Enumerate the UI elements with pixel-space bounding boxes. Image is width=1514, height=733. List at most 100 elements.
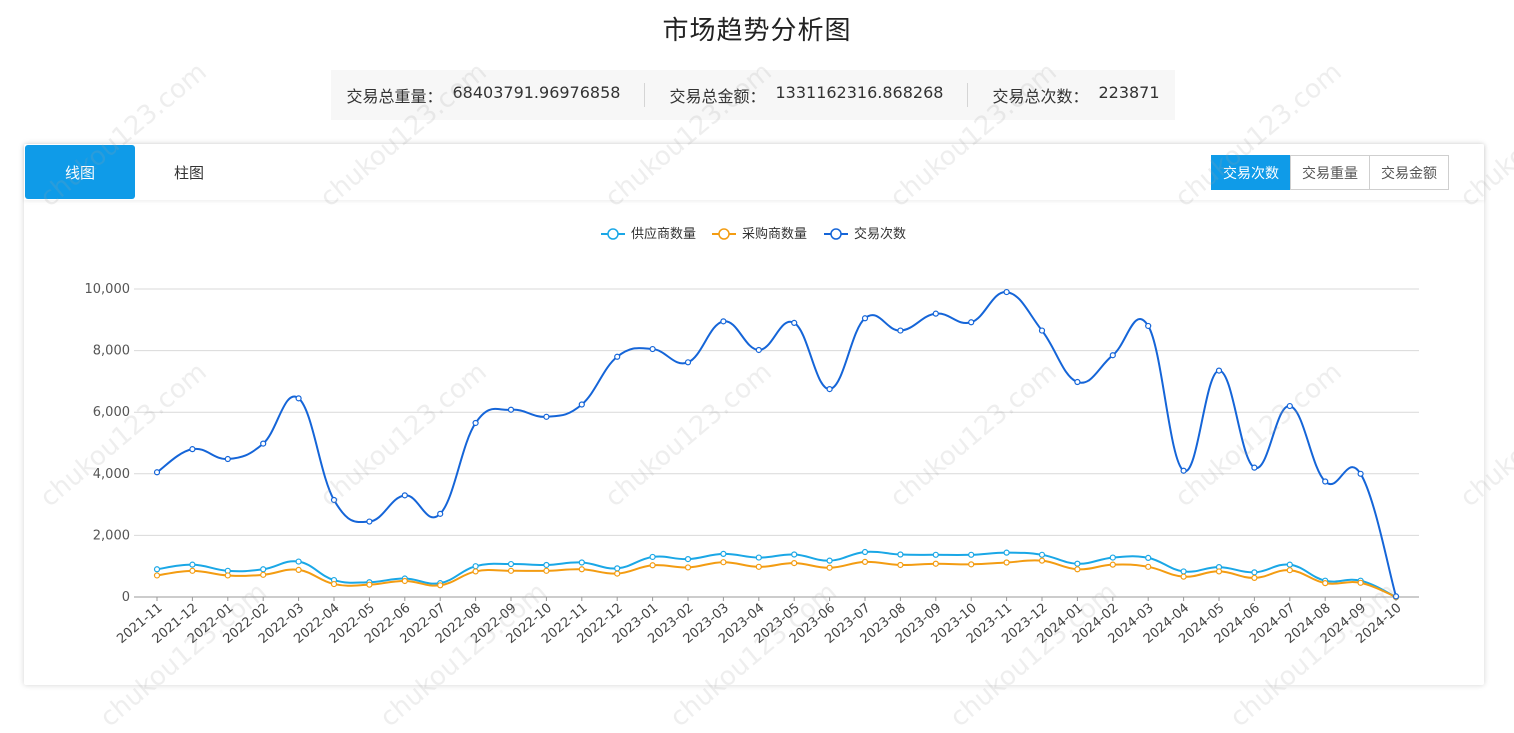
stats-bar: 交易总重量： 68403791.96976858 交易总金额： 13311623… [331, 70, 1175, 120]
data-point [472, 568, 479, 575]
data-point [684, 556, 692, 563]
data-point [543, 413, 550, 420]
legend-marker [607, 228, 619, 240]
data-point [1074, 378, 1081, 386]
data-point [1003, 288, 1010, 296]
data-point [1109, 352, 1116, 359]
series-line [156, 550, 1397, 598]
legend-label: 供应商数量 [631, 226, 696, 242]
y-tick-label: 4,000 [93, 467, 130, 482]
data-point [1003, 559, 1010, 566]
y-tick-label: 10,000 [85, 282, 131, 297]
data-point [791, 319, 798, 326]
data-point [791, 551, 798, 558]
data-point [224, 455, 231, 463]
data-point [1145, 554, 1152, 561]
data-point [189, 446, 196, 453]
data-point [649, 553, 656, 561]
stat-total-weight: 交易总重量： 68403791.96976858 [322, 83, 644, 107]
data-point [1357, 470, 1364, 477]
data-point [472, 563, 479, 570]
data-point [1286, 567, 1293, 574]
data-point [861, 548, 869, 556]
data-point [507, 560, 515, 568]
data-point [968, 561, 975, 568]
data-point [153, 572, 161, 579]
stat-value: 68403791.96976858 [452, 83, 621, 102]
y-tick-label: 8,000 [93, 344, 130, 359]
data-point [578, 559, 585, 566]
data-point [1038, 327, 1046, 334]
data-point [755, 346, 762, 354]
data-point [1215, 568, 1223, 575]
data-point [932, 310, 939, 317]
stat-value: 1331162316.868268 [775, 83, 944, 102]
data-point [897, 551, 904, 558]
stat-label: 交易总次数： [992, 87, 1089, 106]
data-point [791, 560, 798, 567]
data-point [897, 561, 904, 569]
data-point [543, 567, 550, 574]
legend-marker [718, 228, 730, 240]
data-point [153, 469, 161, 476]
data-point [720, 550, 727, 557]
data-point [932, 560, 939, 567]
data-point [1003, 549, 1010, 556]
data-point [1180, 573, 1187, 580]
legend-item: 交易次数 [824, 226, 906, 242]
data-point [295, 558, 302, 565]
data-point [897, 327, 904, 334]
data-point [968, 551, 975, 558]
legend-item: 供应商数量 [601, 226, 696, 242]
data-point [1215, 367, 1223, 374]
data-point [861, 315, 869, 322]
data-point [330, 496, 338, 504]
data-point [507, 567, 515, 574]
data-point [1109, 554, 1116, 561]
data-point [684, 359, 692, 366]
data-point [1322, 478, 1329, 485]
data-point [295, 395, 302, 402]
data-point [1074, 566, 1081, 573]
data-point [1251, 574, 1258, 582]
data-point [614, 565, 621, 572]
data-point [366, 581, 373, 588]
stat-value: 223871 [1098, 83, 1160, 102]
y-tick-label: 6,000 [93, 405, 130, 420]
data-point [260, 571, 267, 578]
data-point [1180, 467, 1187, 474]
data-point [578, 401, 585, 408]
data-point [826, 386, 833, 393]
data-point [224, 572, 231, 579]
series-line [156, 559, 1397, 598]
data-point [1357, 579, 1364, 586]
data-point [295, 566, 302, 573]
data-point [507, 406, 515, 413]
line-chart: 02,0004,0006,0008,00010,0002021-112021-1… [85, 226, 1419, 647]
data-point [1251, 569, 1258, 576]
data-point [1286, 402, 1293, 410]
data-point [684, 564, 692, 571]
data-point [1145, 563, 1152, 570]
data-point [1038, 551, 1046, 558]
data-point [189, 561, 196, 568]
data-point [1322, 580, 1329, 587]
data-point [932, 551, 939, 558]
data-point [649, 345, 656, 353]
data-point [153, 566, 161, 573]
data-point [1038, 557, 1046, 564]
legend-item: 采购商数量 [712, 226, 807, 242]
data-point [826, 564, 833, 571]
data-point [543, 561, 550, 569]
data-point [260, 566, 267, 573]
data-point [1286, 561, 1293, 568]
data-point [189, 567, 196, 574]
legend-label: 交易次数 [854, 226, 906, 242]
data-point [1109, 561, 1116, 568]
data-point [1145, 322, 1152, 330]
data-point [401, 492, 408, 499]
stat-total-count: 交易总次数： 223871 [967, 83, 1183, 107]
data-point [755, 554, 762, 561]
series-line [156, 291, 1397, 597]
data-point [437, 510, 444, 517]
